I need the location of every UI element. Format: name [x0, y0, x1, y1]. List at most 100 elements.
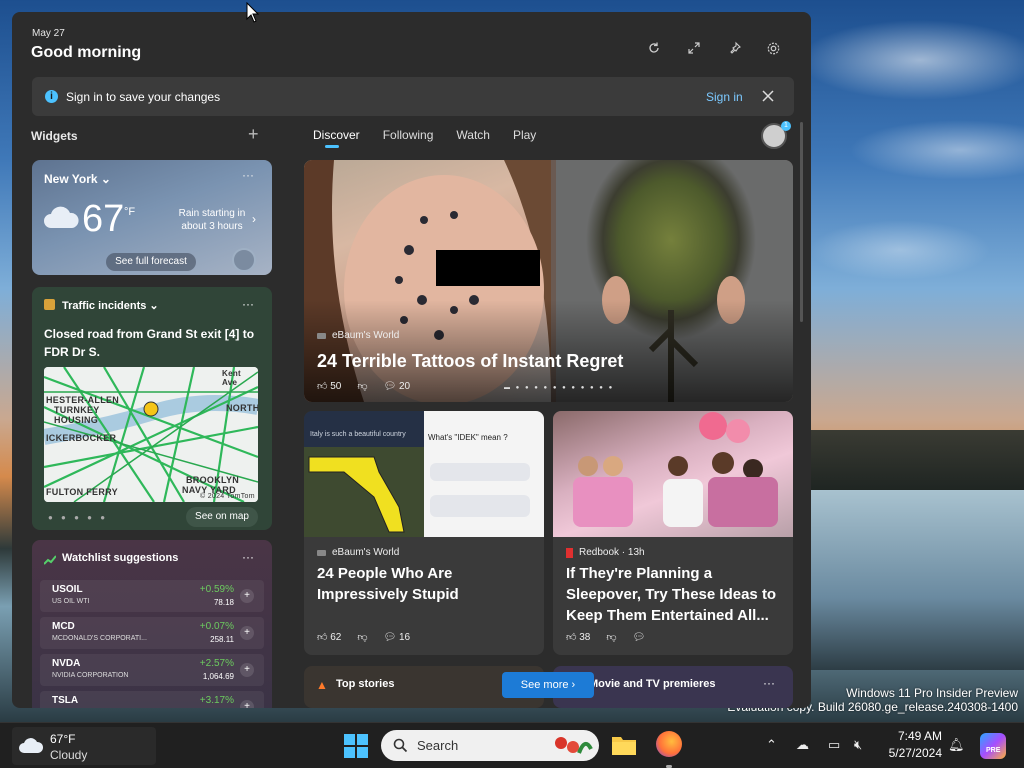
- weather-temperature: 67: [82, 198, 125, 240]
- windows-start-icon[interactable]: [343, 733, 369, 759]
- like-button[interactable]: 👍︎ 38: [566, 631, 590, 643]
- full-forecast-button[interactable]: See full forecast: [106, 253, 196, 271]
- volume-muted-icon[interactable]: 🔇︎: [854, 737, 862, 753]
- florida-map: [304, 447, 424, 537]
- cloud-icon: [19, 738, 44, 753]
- widgets-heading: Widgets: [31, 129, 78, 143]
- feed-scrollbar[interactable]: [800, 122, 803, 322]
- map-label: TURNKEY: [54, 405, 100, 415]
- weather-location[interactable]: New York ⌄: [44, 172, 111, 186]
- wallpaper-clouds: [800, 0, 1024, 420]
- dislike-icon[interactable]: 👎︎: [357, 380, 367, 392]
- refresh-icon[interactable]: [644, 38, 664, 58]
- see-more-button[interactable]: See more ›: [502, 672, 594, 698]
- comment-button[interactable]: 💬︎: [633, 632, 646, 643]
- thumb-comment-bubble: [430, 463, 530, 481]
- comment-count: 16: [399, 631, 411, 643]
- like-button[interactable]: 👍︎ 50: [317, 380, 341, 392]
- carousel-dots[interactable]: ● ● ● ● ●: [48, 513, 108, 522]
- article-thumbnail: Italy is such a beautiful country What's…: [304, 411, 544, 537]
- article-actions: 👍︎ 50 👎︎ 💬︎ 20: [317, 380, 411, 393]
- pin-icon[interactable]: [725, 38, 745, 58]
- add-stock-button[interactable]: +: [240, 700, 254, 708]
- hero-article-card[interactable]: eBaum's World 24 Terrible Tattoos of Ins…: [304, 160, 793, 402]
- stock-row[interactable]: MCD MCDONALD'S CORPORATI... +0.07% 258.1…: [40, 617, 264, 649]
- news-card[interactable]: Italy is such a beautiful country What's…: [304, 411, 544, 655]
- clock-date[interactable]: 5/27/2024: [878, 746, 942, 760]
- close-icon[interactable]: [760, 88, 776, 104]
- like-button[interactable]: 👍︎ 62: [317, 631, 341, 643]
- traffic-headline[interactable]: Closed road from Grand St exit [4] to FD…: [44, 325, 266, 361]
- search-placeholder: Search: [417, 738, 459, 753]
- traffic-icon: [44, 299, 55, 310]
- carousel-dots[interactable]: ▬ ● ● ● ● ● ● ● ● ● ● ●: [504, 385, 614, 391]
- article-source[interactable]: eBaum's World: [317, 547, 399, 558]
- article-title[interactable]: 24 People Who Are Impressively Stupid: [317, 563, 537, 605]
- clock-time[interactable]: 7:49 AM: [878, 729, 942, 743]
- panel-greeting: Good morning: [31, 44, 142, 61]
- copilot-icon[interactable]: PRE: [980, 733, 1006, 759]
- wallpaper-water: [810, 490, 1024, 670]
- add-stock-button[interactable]: +: [240, 589, 254, 603]
- taskbar-search-box[interactable]: Search: [381, 730, 599, 761]
- add-stock-button[interactable]: +: [240, 663, 254, 677]
- traffic-more-button[interactable]: ···: [242, 297, 254, 311]
- map-label: HESTER-ALLEN: [46, 395, 120, 405]
- traffic-title[interactable]: Traffic incidents ⌄: [62, 299, 159, 312]
- stock-row[interactable]: TSLA +3.17% +: [40, 691, 264, 708]
- premieres-more-button[interactable]: ···: [763, 676, 775, 690]
- stock-name: MCDONALD'S CORPORATI...: [52, 635, 147, 642]
- notification-bell-icon[interactable]: 🔔︎: [948, 737, 965, 753]
- stock-trend-icon: [43, 552, 57, 565]
- traffic-widget[interactable]: Traffic incidents ⌄ ··· Closed road from…: [32, 287, 272, 530]
- weather-more-button[interactable]: ···: [242, 168, 254, 182]
- comment-button[interactable]: 💬︎ 16: [384, 632, 411, 643]
- traffic-map[interactable]: HESTER-ALLEN TURNKEY HOUSING ICKERBOCKER…: [44, 367, 258, 502]
- article-source[interactable]: Redbook · 13h: [566, 547, 645, 558]
- chevron-right-icon[interactable]: ›: [252, 212, 256, 226]
- tab-discover[interactable]: Discover: [313, 128, 360, 148]
- see-on-map-button[interactable]: See on map: [186, 507, 258, 527]
- taskbar-weather-widget[interactable]: 67°F Cloudy: [12, 727, 156, 765]
- tab-play[interactable]: Play: [513, 128, 536, 148]
- chevron-down-icon: ⌄: [149, 300, 159, 312]
- redaction-box: [436, 250, 540, 286]
- news-card[interactable]: Redbook · 13h If They're Planning a Slee…: [553, 411, 793, 655]
- radar-map-icon[interactable]: [232, 248, 256, 272]
- article-source[interactable]: eBaum's World: [317, 330, 399, 341]
- watchlist-widget[interactable]: Watchlist suggestions ··· USOIL US OIL W…: [32, 540, 272, 708]
- weather-widget[interactable]: New York ⌄ ··· 67 °F Rain starting in ab…: [32, 160, 272, 275]
- weather-location-label: New York: [44, 172, 98, 186]
- file-explorer-icon[interactable]: [611, 733, 637, 757]
- stock-row[interactable]: NVDA NVIDIA CORPORATION +2.57% 1,064.69 …: [40, 654, 264, 686]
- stock-change: +3.17%: [199, 695, 234, 706]
- expand-icon[interactable]: [684, 38, 704, 58]
- article-title[interactable]: 24 Terrible Tattoos of Instant Regret: [317, 351, 623, 372]
- notification-badge: 1: [781, 121, 791, 131]
- source-name: Redbook · 13h: [579, 547, 645, 558]
- tab-following[interactable]: Following: [383, 128, 434, 148]
- dislike-icon[interactable]: 👎︎: [606, 631, 616, 643]
- tab-watch[interactable]: Watch: [456, 128, 490, 148]
- signin-link[interactable]: Sign in: [706, 90, 743, 104]
- add-stock-button[interactable]: +: [240, 626, 254, 640]
- comment-button[interactable]: 💬︎ 20: [384, 381, 411, 392]
- weather-unit: °F: [124, 206, 136, 218]
- chevron-up-icon[interactable]: ⌃: [766, 737, 777, 753]
- add-widget-button[interactable]: +: [248, 124, 259, 145]
- chevron-right-icon: ›: [571, 679, 576, 691]
- article-title[interactable]: If They're Planning a Sleepover, Try The…: [566, 563, 786, 626]
- settings-gear-icon[interactable]: [763, 38, 783, 58]
- publisher-logo-icon: [317, 549, 326, 556]
- dislike-icon[interactable]: 👎︎: [357, 631, 367, 643]
- watchlist-more-button[interactable]: ···: [242, 550, 254, 564]
- wallpaper-shoreline: [810, 430, 1024, 490]
- network-icon[interactable]: ▭: [828, 737, 840, 753]
- cloud-sync-icon[interactable]: ☁: [796, 737, 809, 753]
- taskbar-weather-condition: Cloudy: [50, 748, 88, 762]
- firefox-icon[interactable]: [656, 731, 682, 757]
- stock-change: +0.59%: [199, 584, 234, 595]
- stock-row[interactable]: USOIL US OIL WTI +0.59% 78.18 +: [40, 580, 264, 612]
- see-more-label: See more: [520, 679, 569, 691]
- stock-symbol: USOIL: [52, 584, 83, 595]
